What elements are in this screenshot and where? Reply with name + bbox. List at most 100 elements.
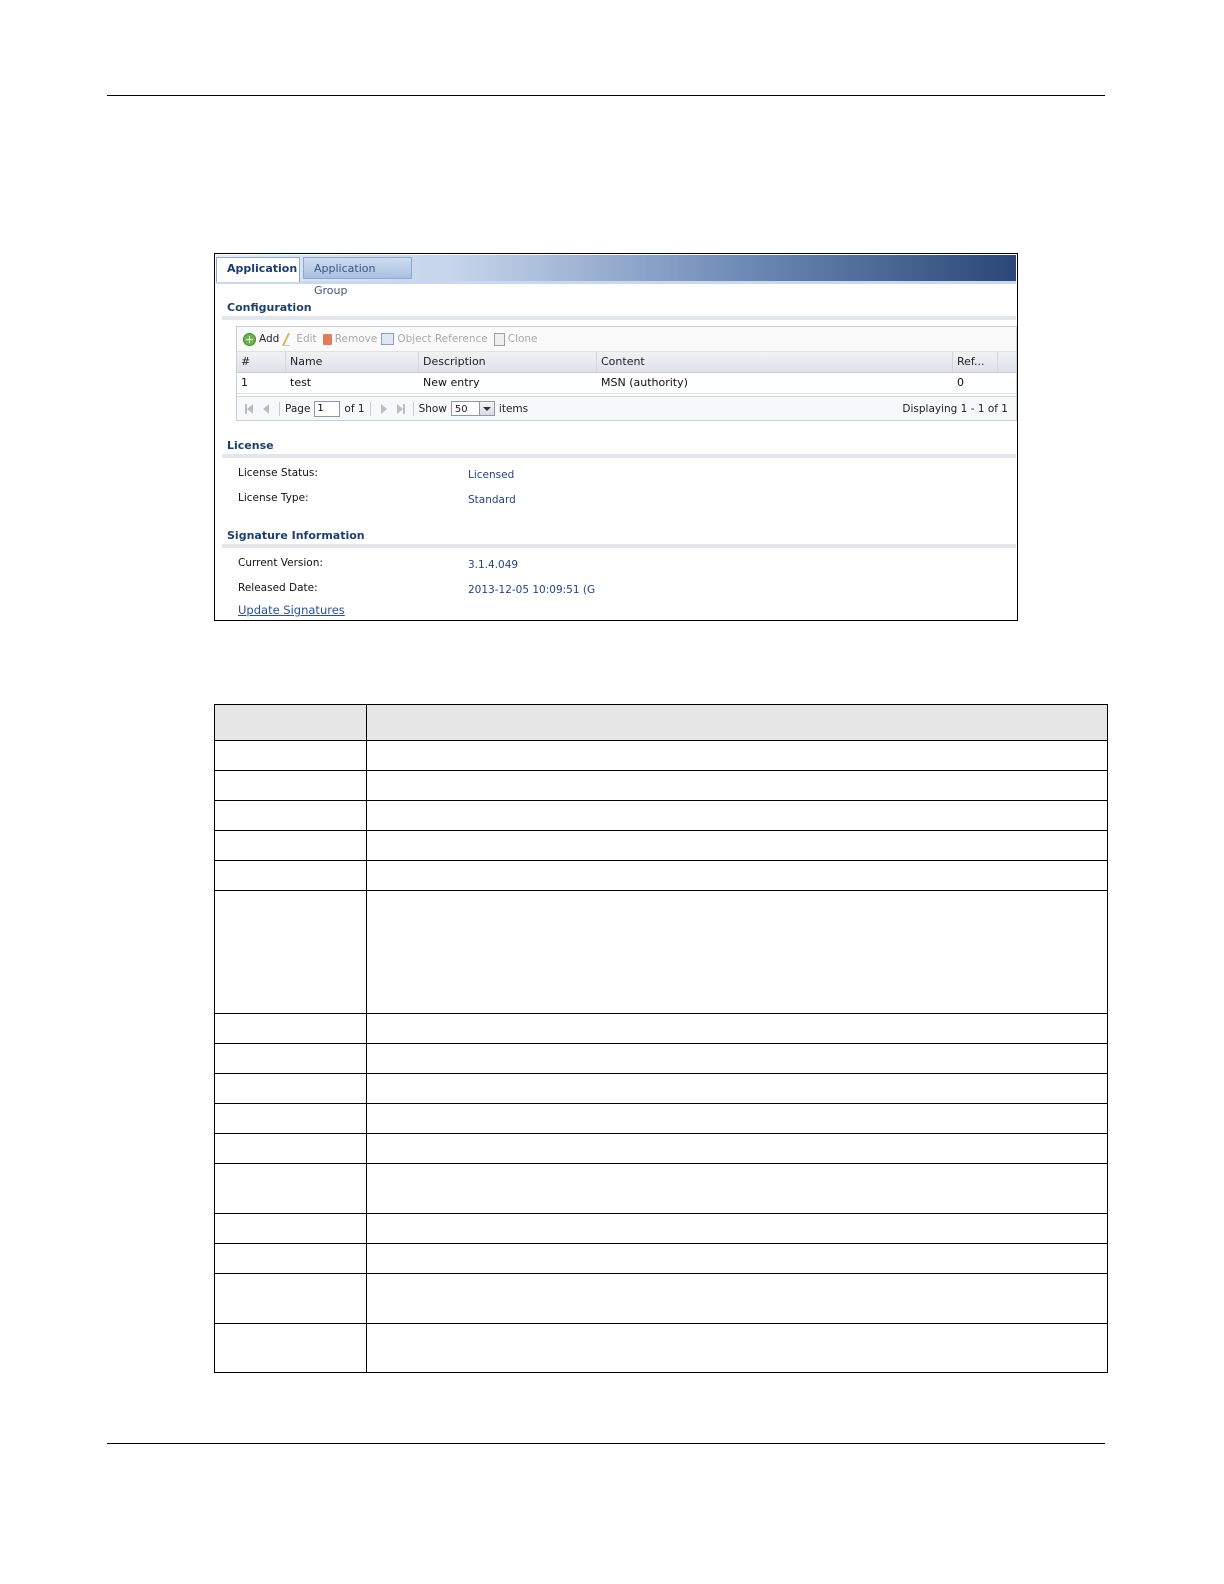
column-header-spacer — [998, 352, 1016, 372]
table-row — [214, 1073, 1108, 1104]
table-cell — [366, 704, 1108, 741]
clone-button[interactable]: Clone — [493, 332, 538, 346]
table-cell — [366, 890, 1108, 1014]
table-row — [214, 1103, 1108, 1134]
edit-button[interactable]: Edit — [282, 332, 317, 346]
object-reference-label: Object Reference — [397, 333, 488, 345]
table-cell — [366, 800, 1108, 831]
application-grid: Add Edit Remove Object Reference Clone #… — [236, 326, 1017, 421]
add-button[interactable]: Add — [243, 332, 280, 346]
page-size-value: 50 — [454, 404, 468, 415]
table-row — [214, 740, 1108, 771]
license-status-label: License Status: — [238, 467, 318, 479]
table-row — [214, 1273, 1108, 1324]
table-cell — [366, 1243, 1108, 1274]
row-ref: 0 — [957, 376, 964, 389]
clone-icon — [493, 332, 505, 346]
object-reference-icon — [381, 333, 395, 345]
last-page-icon[interactable] — [396, 403, 405, 414]
released-date-label: Released Date: — [238, 582, 318, 594]
column-header-ref[interactable]: Ref... — [953, 352, 998, 372]
table-cell — [214, 1133, 367, 1164]
object-reference-button[interactable]: Object Reference — [381, 333, 488, 345]
table-cell — [214, 890, 367, 1014]
header-rule — [107, 95, 1105, 96]
displaying-status: Displaying 1 - 1 of 1 — [902, 402, 1008, 415]
table-cell — [366, 1273, 1108, 1324]
page-size-select[interactable]: 50 — [450, 401, 495, 416]
table-cell — [214, 1323, 367, 1373]
pager-separator — [279, 401, 280, 416]
table-cell — [214, 1043, 367, 1074]
section-divider — [222, 544, 1016, 548]
tab-application-group[interactable]: Application Group — [303, 257, 412, 297]
table-row — [214, 1243, 1108, 1274]
table-cell — [366, 1163, 1108, 1214]
table-cell — [214, 1273, 367, 1324]
add-icon — [243, 332, 256, 346]
row-description: New entry — [423, 376, 480, 389]
table-cell — [214, 1013, 367, 1044]
section-divider — [222, 316, 1016, 320]
table-cell — [214, 1163, 367, 1214]
released-date-value: 2013-12-05 10:09:51 (G — [468, 584, 596, 596]
footer-rule — [107, 1443, 1105, 1444]
first-page-icon[interactable] — [245, 403, 253, 414]
table-cell — [366, 1133, 1108, 1164]
pager-separator — [369, 401, 371, 416]
table-cell — [366, 1323, 1108, 1373]
items-label: items — [498, 402, 529, 415]
page-number-input[interactable] — [314, 400, 341, 417]
page-count: of 1 — [344, 402, 365, 415]
row-index: 1 — [241, 376, 248, 389]
table-cell — [214, 800, 367, 831]
row-name: test — [290, 376, 312, 389]
table-cell — [366, 740, 1108, 771]
edit-label: Edit — [296, 333, 317, 345]
edit-icon — [282, 332, 297, 346]
table-row — [214, 890, 1108, 1014]
table-cell — [366, 1013, 1108, 1044]
add-label: Add — [259, 333, 280, 345]
table-row — [214, 1043, 1108, 1074]
table-header-row — [214, 704, 1108, 741]
table-cell — [214, 740, 367, 771]
row-content: MSN (authority) — [601, 376, 688, 389]
application-panel: Application Application Group Configurat… — [214, 253, 1018, 621]
license-title: License — [227, 439, 274, 452]
column-header-index[interactable]: # — [237, 352, 286, 372]
next-page-icon[interactable] — [380, 403, 387, 414]
table-cell — [366, 1213, 1108, 1244]
table-cell — [366, 770, 1108, 801]
remove-button[interactable]: Remove — [322, 333, 378, 345]
table-row — [214, 1323, 1108, 1373]
table-row[interactable]: 1 test New entry MSN (authority) 0 — [237, 373, 1016, 394]
page-label: Page — [285, 402, 311, 415]
previous-page-icon[interactable] — [263, 403, 269, 414]
table-cell — [366, 1103, 1108, 1134]
description-table — [214, 704, 1108, 1373]
column-header-content[interactable]: Content — [597, 352, 953, 372]
table-row — [214, 1213, 1108, 1244]
tab-bar: Application Application Group — [216, 255, 1016, 297]
pager: Page of 1 Show 50 items Displaying 1 - 1… — [237, 396, 1016, 420]
grid-header: # Name Description Content Ref... — [237, 352, 1016, 373]
section-divider — [222, 454, 1016, 458]
grid-toolbar: Add Edit Remove Object Reference Clone — [237, 327, 1016, 352]
table-cell — [366, 1073, 1108, 1104]
table-cell — [366, 830, 1108, 861]
table-row — [214, 770, 1108, 801]
table-cell — [214, 830, 367, 861]
column-header-name[interactable]: Name — [286, 352, 419, 372]
table-row — [214, 1133, 1108, 1164]
tab-application[interactable]: Application — [216, 257, 300, 282]
table-row — [214, 800, 1108, 831]
table-row — [214, 860, 1108, 891]
remove-label: Remove — [334, 333, 378, 345]
table-cell — [214, 1103, 367, 1134]
configuration-title: Configuration — [227, 301, 312, 314]
column-header-description[interactable]: Description — [419, 352, 597, 372]
update-signatures-link[interactable]: Update Signatures — [238, 603, 345, 617]
table-cell — [366, 860, 1108, 891]
table-row — [214, 1013, 1108, 1044]
